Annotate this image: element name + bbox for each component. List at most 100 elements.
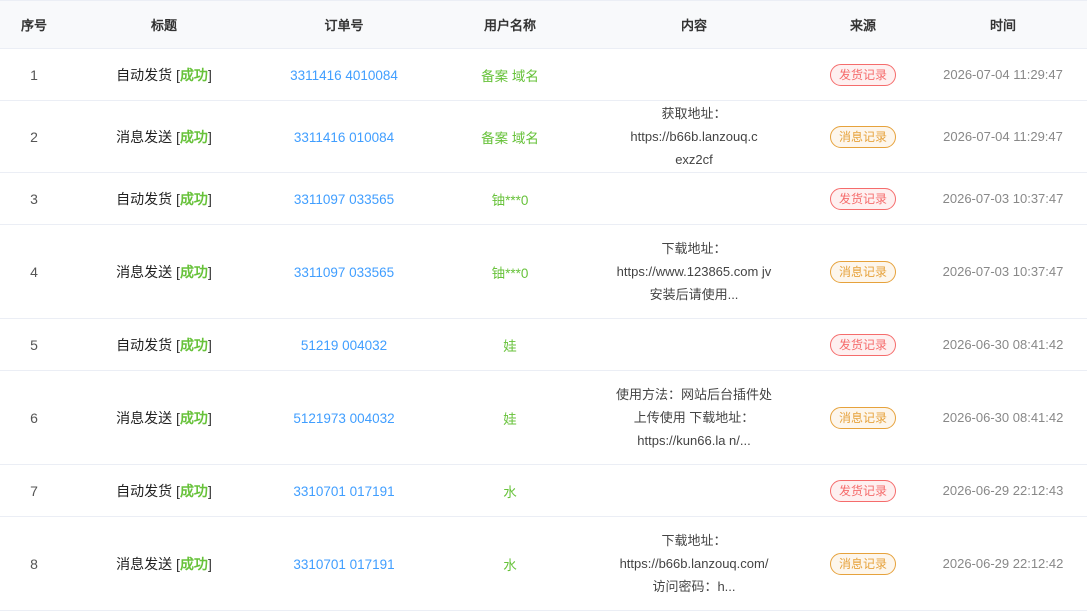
row-time: 2026-07-04 11:29:47	[943, 129, 1063, 144]
table-row: 7 自动发货 [成功] 3310701 017191 水 发货记录 2026-06-29…	[0, 465, 1087, 517]
row-source: 发货记录	[796, 479, 930, 502]
order-number-link[interactable]: 3311097 033565	[294, 265, 394, 280]
row-time: 2026-06-30 08:41:42	[942, 410, 1064, 425]
status-close: ]	[207, 555, 212, 572]
source-tag[interactable]: 消息记录	[829, 552, 896, 575]
source-tag[interactable]: 发货记录	[829, 333, 896, 356]
source-tag[interactable]: 发货记录	[829, 187, 896, 210]
row-content: 获取地址： https://b66b.lanzouq.c exz2cf	[630, 106, 758, 167]
table-row: 8 消息发送 [成功] 3310701 017191 水 下载地址：https://b…	[0, 517, 1087, 611]
row-order[interactable]: 3310701 017191	[260, 483, 428, 499]
table-row: 1 自动发货 [成功] 3311416 4010084 备案 域名 发货记录 2026-0…	[0, 49, 1087, 101]
user-name: 水	[503, 557, 517, 573]
row-time: 2026-06-29 22:12:43	[942, 483, 1064, 498]
row-user: 娃	[428, 335, 592, 355]
row-title: 消息发送 [成功]	[68, 408, 260, 428]
row-title: 自动发货 [成功]	[68, 335, 260, 355]
row-title-text: 自动发货	[116, 482, 173, 499]
header-time[interactable]: 时间	[930, 15, 1076, 34]
order-number-link[interactable]: 3311416 4010084	[290, 68, 398, 83]
row-order[interactable]: 51219 004032	[260, 337, 428, 353]
row-title: 消息发送 [成功]	[68, 127, 260, 147]
table-body: 1 自动发货 [成功] 3311416 4010084 备案 域名 发货记录 2026-0…	[0, 49, 1087, 611]
order-number-link[interactable]: 3310701 017191	[293, 484, 394, 499]
row-title: 自动发货 [成功]	[68, 189, 260, 209]
row-order[interactable]: 3311416 4010084	[260, 67, 428, 83]
row-index: 7	[30, 482, 38, 499]
row-order[interactable]: 3311097 033565	[260, 264, 428, 280]
source-tag[interactable]: 消息记录	[829, 406, 896, 429]
status-close: ]	[207, 336, 212, 353]
status-badge: 成功	[179, 128, 208, 145]
row-order[interactable]: 3311097 033565	[260, 191, 428, 207]
row-source: 消息记录	[796, 260, 930, 283]
row-time: 2026-06-29 22:12:42	[942, 556, 1064, 571]
row-time: 2026-07-03 10:37:47	[942, 191, 1064, 206]
user-name: 铀***0	[491, 265, 529, 281]
row-time: 2026-07-04 11:29:47	[943, 67, 1063, 82]
status-badge: 成功	[179, 555, 208, 572]
row-title: 消息发送 [成功]	[68, 554, 260, 574]
header-title[interactable]: 标题	[68, 15, 260, 34]
status-badge: 成功	[179, 336, 208, 353]
row-index: 4	[30, 263, 38, 280]
source-tag[interactable]: 消息记录	[829, 260, 896, 283]
row-source: 消息记录	[796, 406, 930, 429]
row-index: 3	[30, 190, 38, 207]
status-badge: 成功	[179, 409, 208, 426]
row-user: 水	[428, 481, 592, 501]
row-order[interactable]: 3311416 010084	[260, 129, 428, 145]
source-tag[interactable]: 消息记录	[829, 125, 896, 148]
status-close: ]	[207, 128, 212, 145]
row-order[interactable]: 5121973 004032	[260, 410, 428, 426]
header-source[interactable]: 来源	[796, 15, 930, 34]
row-content: 下载地址：https://b66b.lanzouq.com/ 访问密码：h...	[619, 533, 769, 594]
row-time: 2026-07-03 10:37:47	[942, 264, 1064, 279]
row-source: 发货记录	[796, 187, 930, 210]
row-title-text: 自动发货	[116, 190, 173, 207]
order-number-link[interactable]: 51219 004032	[301, 338, 387, 353]
row-index: 5	[30, 336, 38, 353]
row-order[interactable]: 3310701 017191	[260, 556, 428, 572]
status-close: ]	[207, 190, 212, 207]
table-row: 2 消息发送 [成功] 3311416 010084 备案 域名 获取地址： https…	[0, 101, 1087, 173]
table-row: 4 消息发送 [成功] 3311097 033565 铀***0 下载地址：https:…	[0, 225, 1087, 319]
status-close: ]	[207, 66, 212, 83]
row-user: 备案 域名	[428, 65, 592, 85]
source-tag[interactable]: 发货记录	[829, 63, 896, 86]
row-index: 1	[30, 66, 38, 83]
order-number-link[interactable]: 3310701 017191	[293, 557, 394, 572]
row-index: 2	[30, 128, 38, 145]
row-source: 消息记录	[796, 125, 930, 148]
status-close: ]	[207, 482, 212, 499]
row-index: 6	[30, 409, 38, 426]
row-source: 发货记录	[796, 333, 930, 356]
row-title: 自动发货 [成功]	[68, 65, 260, 85]
status-badge: 成功	[179, 190, 208, 207]
row-title-text: 消息发送	[116, 555, 173, 572]
status-close: ]	[207, 263, 212, 280]
order-number-link[interactable]: 3311097 033565	[294, 192, 394, 207]
order-number-link[interactable]: 5121973 004032	[293, 411, 394, 426]
row-title-text: 自动发货	[116, 66, 173, 83]
row-title: 自动发货 [成功]	[68, 481, 260, 501]
row-user: 备案 域名	[428, 127, 592, 147]
table-row: 5 自动发货 [成功] 51219 004032 娃 发货记录 2026-06-30 0…	[0, 319, 1087, 371]
table-row: 3 自动发货 [成功] 3311097 033565 铀***0 发货记录 2026-07…	[0, 173, 1087, 225]
user-name: 备案 域名	[481, 130, 539, 146]
order-number-link[interactable]: 3311416 010084	[294, 130, 394, 145]
header-content[interactable]: 内容	[592, 15, 796, 34]
header-order[interactable]: 订单号	[260, 15, 428, 34]
header-index[interactable]: 序号	[0, 15, 68, 34]
row-index: 8	[30, 555, 38, 572]
header-user[interactable]: 用户名称	[428, 15, 592, 34]
row-title-text: 消息发送	[116, 128, 173, 145]
status-badge: 成功	[179, 263, 208, 280]
row-title-text: 消息发送	[116, 409, 173, 426]
user-name: 备案 域名	[481, 68, 539, 84]
row-title-text: 自动发货	[116, 336, 173, 353]
status-badge: 成功	[179, 482, 208, 499]
row-content: 使用方法：网站后台插件处上传使用 下载地址：https://kun66.la n…	[615, 387, 772, 448]
source-tag[interactable]: 发货记录	[829, 479, 896, 502]
row-time: 2026-06-30 08:41:42	[942, 337, 1064, 352]
